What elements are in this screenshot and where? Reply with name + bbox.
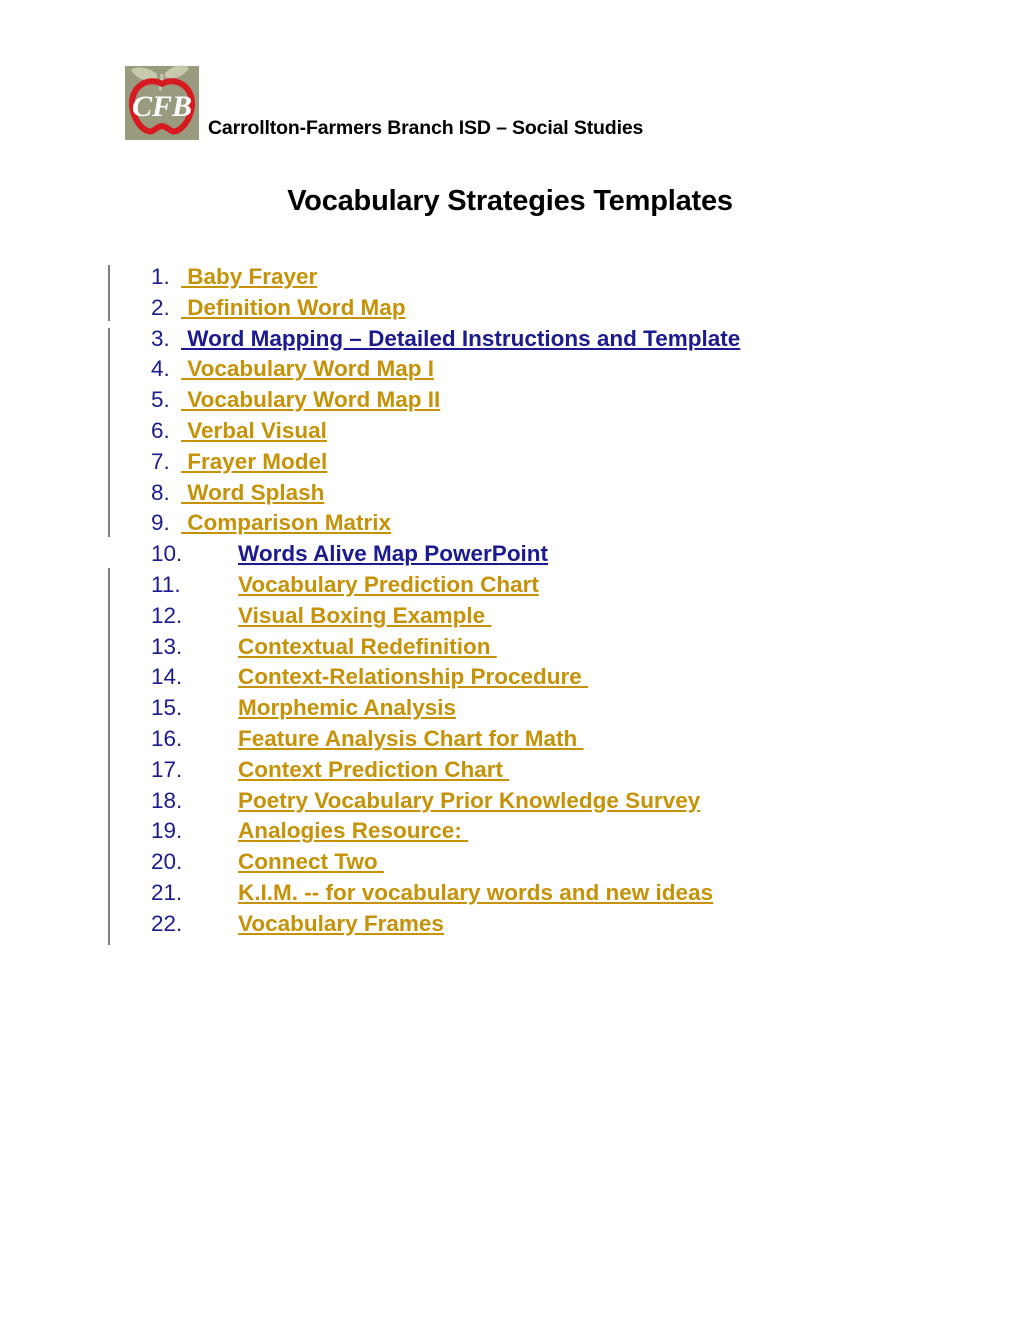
- toc-item-number: 11.: [151, 571, 181, 597]
- toc-link[interactable]: Feature Analysis Chart for Math: [238, 724, 584, 755]
- toc-link[interactable]: Morphemic Analysis: [238, 693, 456, 724]
- toc-item: 18. Poetry Vocabulary Prior Knowledge Sur…: [0, 786, 1020, 817]
- toc-item-number: 17.: [151, 756, 183, 782]
- toc-item-number: 3.: [151, 325, 170, 351]
- toc-item: 3. Word Mapping – Detailed Instructions …: [0, 324, 1020, 355]
- toc-item-number: 7.: [151, 448, 170, 474]
- toc-link[interactable]: Baby Frayer: [181, 262, 317, 293]
- toc-item-number: 18.: [151, 787, 183, 813]
- toc-item: 6. Verbal Visual: [0, 416, 1020, 447]
- toc-item-number: 14.: [151, 664, 183, 690]
- toc-link[interactable]: Comparison Matrix: [181, 508, 391, 539]
- toc-list: 1. Baby Frayer 2. Definition Word Map 3. W…: [0, 262, 1020, 940]
- cfb-logo-svg: CFB: [125, 65, 199, 140]
- toc-item: 11. Vocabulary Prediction Chart: [0, 570, 1020, 601]
- toc-item-number: 5.: [151, 387, 170, 413]
- toc-link[interactable]: Word Splash: [181, 478, 324, 509]
- toc-item: 22. Vocabulary Frames: [0, 909, 1020, 940]
- toc-item: 15. Morphemic Analysis: [0, 693, 1020, 724]
- toc-item: 16. Feature Analysis Chart for Math: [0, 724, 1020, 755]
- toc-link[interactable]: Analogies Resource:: [238, 816, 468, 847]
- toc-link[interactable]: Context Prediction Chart: [238, 755, 509, 786]
- toc-item: 21. K.I.M. -- for vocabulary words and ne…: [0, 878, 1020, 909]
- toc-link[interactable]: Context-Relationship Procedure: [238, 662, 588, 693]
- toc-link[interactable]: Poetry Vocabulary Prior Knowledge Survey: [238, 786, 700, 817]
- toc-item: 5. Vocabulary Word Map II: [0, 385, 1020, 416]
- toc-item-number: 21.: [151, 879, 183, 905]
- toc-item-number: 22.: [151, 910, 183, 936]
- toc-item: 17. Context Prediction Chart: [0, 755, 1020, 786]
- toc-item-number: 16.: [151, 725, 183, 751]
- toc-link[interactable]: Verbal Visual: [181, 416, 327, 447]
- toc-item-number: 8.: [151, 479, 170, 505]
- toc-item: 1. Baby Frayer: [0, 262, 1020, 293]
- svg-text:CFB: CFB: [132, 90, 192, 123]
- toc-link[interactable]: Words Alive Map PowerPoint: [238, 539, 548, 570]
- toc-link[interactable]: Visual Boxing Example: [238, 601, 491, 632]
- page-title: Vocabulary Strategies Templates: [287, 185, 733, 217]
- document-page: CFB Carrollton-Farmers Branch ISD – Soci…: [0, 0, 1020, 1320]
- toc-link[interactable]: Vocabulary Frames: [238, 909, 444, 940]
- toc-item: 9. Comparison Matrix: [0, 508, 1020, 539]
- toc-link[interactable]: Vocabulary Word Map II: [181, 385, 440, 416]
- toc-link[interactable]: Vocabulary Prediction Chart: [238, 570, 539, 601]
- toc-item: 2. Definition Word Map: [0, 293, 1020, 324]
- toc-link[interactable]: Contextual Redefinition: [238, 632, 497, 663]
- toc-item-number: 2.: [151, 294, 170, 320]
- toc-item-number: 10.: [151, 541, 183, 567]
- toc-item: 10. Words Alive Map PowerPoint: [0, 539, 1020, 570]
- toc-link[interactable]: Connect Two: [238, 847, 384, 878]
- toc-item: 19. Analogies Resource:: [0, 816, 1020, 847]
- toc-item-number: 12.: [151, 602, 183, 628]
- toc-item: 4. Vocabulary Word Map I: [0, 354, 1020, 385]
- toc-item-number: 6.: [151, 417, 170, 443]
- cfb-apple-logo-icon: CFB: [121, 60, 203, 142]
- toc-item-number: 15.: [151, 695, 183, 721]
- toc-item: 12. Visual Boxing Example: [0, 601, 1020, 632]
- document-header: CFB Carrollton-Farmers Branch ISD – Soci…: [0, 55, 1020, 150]
- toc-item-number: 19.: [151, 818, 183, 844]
- toc-link[interactable]: K.I.M. -- for vocabulary words and new i…: [238, 878, 713, 909]
- toc-item: 7. Frayer Model: [0, 447, 1020, 478]
- toc-link[interactable]: Vocabulary Word Map I: [181, 354, 434, 385]
- toc-item-number: 9.: [151, 510, 170, 536]
- toc-item-number: 4.: [151, 356, 170, 382]
- toc-item: 13. Contextual Redefinition: [0, 632, 1020, 663]
- toc-link[interactable]: Frayer Model: [181, 447, 327, 478]
- toc-item-number: 1.: [151, 264, 170, 289]
- toc-item-number: 20.: [151, 849, 183, 875]
- toc-link[interactable]: Definition Word Map: [181, 293, 405, 324]
- toc-item: 8. Word Splash: [0, 478, 1020, 509]
- toc-item-number: 13.: [151, 633, 183, 659]
- district-subject-line: Carrollton-Farmers Branch ISD – Social S…: [208, 117, 644, 139]
- toc-link[interactable]: Word Mapping – Detailed Instructions and…: [181, 324, 740, 355]
- toc-item: 14. Context-Relationship Procedure: [0, 662, 1020, 693]
- toc-item: 20. Connect Two: [0, 847, 1020, 878]
